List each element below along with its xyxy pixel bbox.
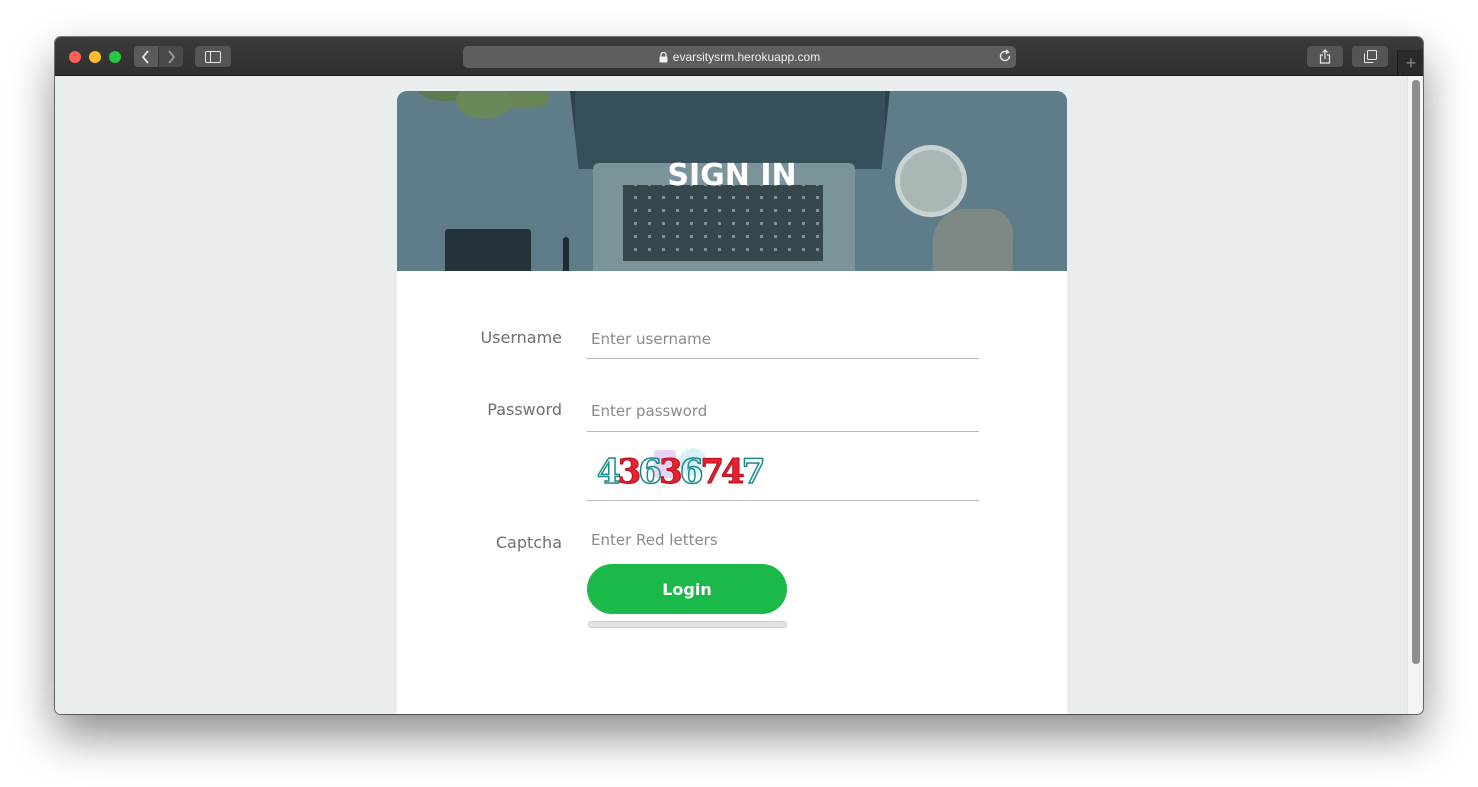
password-input[interactable] xyxy=(587,391,979,432)
notebook-image xyxy=(445,229,531,271)
captcha-digit: 4 xyxy=(721,452,746,493)
lock-icon xyxy=(659,51,668,62)
forward-button[interactable] xyxy=(159,46,183,67)
pen-image xyxy=(563,237,569,271)
captcha-digit: 7 xyxy=(741,451,766,493)
login-progress-bar xyxy=(588,621,787,628)
login-button[interactable]: Login xyxy=(587,564,787,614)
captcha-digit: 6 xyxy=(638,451,663,493)
captcha-digit: 4 xyxy=(596,451,621,493)
scrollbar-thumb[interactable] xyxy=(1412,80,1420,664)
zoom-window-icon[interactable] xyxy=(109,51,121,63)
captcha-label: Captcha xyxy=(495,533,562,552)
username-label: Username xyxy=(480,328,562,347)
page-title: SIGN IN xyxy=(667,158,797,193)
vertical-scrollbar[interactable] xyxy=(1407,76,1423,714)
new-tab-button[interactable]: + xyxy=(1397,50,1423,75)
username-input[interactable] xyxy=(587,319,979,359)
reload-icon[interactable] xyxy=(998,49,1012,63)
chevron-right-icon xyxy=(168,49,176,64)
show-tabs-button[interactable] xyxy=(1352,46,1388,67)
captcha-digit: 3 xyxy=(659,452,684,493)
plant-image xyxy=(419,91,549,141)
sidebar-toggle-button[interactable] xyxy=(195,46,231,67)
captcha-digit: 7 xyxy=(700,452,725,493)
url-text: evarsitysrm.herokuapp.com xyxy=(672,50,821,64)
captcha-image: 43636747 xyxy=(587,446,979,501)
captcha-input[interactable] xyxy=(587,524,979,556)
page-viewport: SIGN IN Username Password 43636747 Captc… xyxy=(55,76,1407,714)
captcha-digit: 6 xyxy=(679,451,704,493)
chevron-left-icon xyxy=(141,49,149,64)
share-icon xyxy=(1319,49,1331,64)
captcha-digit: 3 xyxy=(617,452,642,493)
close-window-icon[interactable] xyxy=(69,51,81,63)
browser-toolbar: evarsitysrm.herokuapp.com + xyxy=(55,37,1423,76)
tabs-icon xyxy=(1363,50,1377,63)
signin-header-banner: SIGN IN xyxy=(397,91,1067,271)
back-button[interactable] xyxy=(134,46,158,67)
signin-card: SIGN IN Username Password 43636747 Captc… xyxy=(397,91,1067,714)
plus-icon: + xyxy=(1405,52,1417,73)
captcha-text: 43636747 xyxy=(596,451,766,493)
address-bar[interactable]: evarsitysrm.herokuapp.com xyxy=(463,46,1016,68)
hand-image xyxy=(933,209,1013,271)
share-button[interactable] xyxy=(1307,46,1343,67)
password-label: Password xyxy=(487,400,562,419)
sidebar-icon xyxy=(205,50,221,63)
browser-window: evarsitysrm.herokuapp.com + SIGN IN User… xyxy=(55,37,1423,714)
minimize-window-icon[interactable] xyxy=(89,51,101,63)
